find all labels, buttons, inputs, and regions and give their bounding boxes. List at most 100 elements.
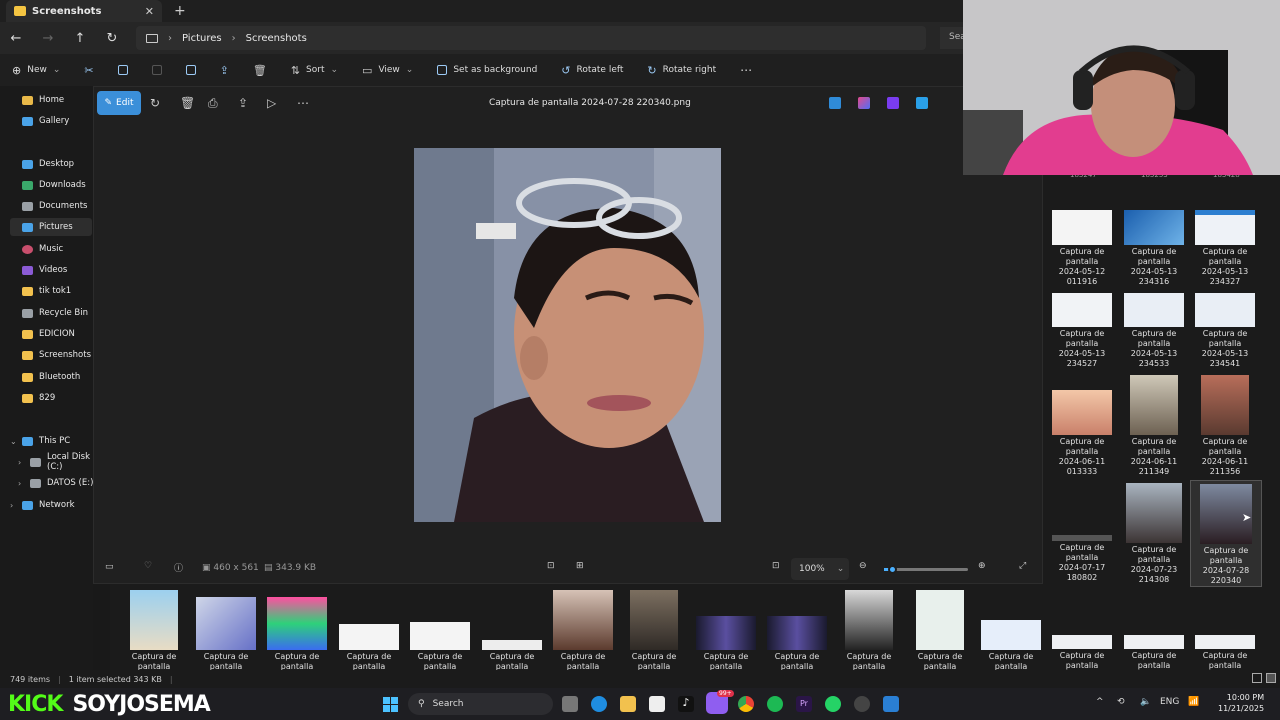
file-item[interactable]: Captura de pantalla 2024-05-13 234316 xyxy=(1118,210,1190,287)
print-icon[interactable]: ⎙ xyxy=(208,96,218,111)
tiles-view-icon[interactable] xyxy=(1266,673,1276,683)
breadcrumb-screenshots[interactable]: Screenshots xyxy=(246,33,307,44)
file-item[interactable]: Captura de pantalla xyxy=(834,590,904,672)
info-icon[interactable]: ⓘ xyxy=(174,561,183,574)
file-item[interactable]: Captura de pantalla 2024-07-23 214308 xyxy=(1118,483,1190,585)
rotate-left-button[interactable]: ↺ Rotate left xyxy=(549,54,635,86)
sidebar-item-screenshots[interactable]: Screenshots xyxy=(10,346,92,364)
taskbar-search[interactable]: ⚲ Search xyxy=(408,693,553,715)
premiere-icon[interactable]: Pr xyxy=(796,696,812,712)
sidebar-item-pictures[interactable]: Pictures xyxy=(10,218,92,236)
more-icon[interactable]: ⋯ xyxy=(297,96,309,110)
tray-app-icon[interactable]: ⟲ xyxy=(1117,697,1125,707)
file-item[interactable]: Captura de pantalla 2024-05-13 234541 xyxy=(1189,293,1261,369)
file-item[interactable]: Captura de pantalla 2024-06-11 211349 xyxy=(1118,375,1190,477)
delete-button[interactable]: 🗑 xyxy=(241,54,279,86)
file-item[interactable]: Captura de pantalla xyxy=(976,620,1046,672)
file-item[interactable]: Captura de pantalla xyxy=(548,590,618,672)
more-options-button[interactable]: ⋯ xyxy=(728,54,764,86)
tab-screenshots[interactable]: Screenshots ✕ xyxy=(6,0,162,22)
file-item[interactable]: Captura de pantalla 2024-05-13 234527 xyxy=(1046,293,1118,369)
rotate-icon[interactable]: ↻ xyxy=(150,96,160,110)
file-item[interactable]: Captura de pantalla xyxy=(262,597,332,672)
share-button[interactable]: ⇪ xyxy=(208,54,241,86)
zoom-out-icon[interactable]: ⊖ xyxy=(859,561,867,571)
file-item-selected[interactable]: Captura de pantalla 2024-07-28 220340 xyxy=(1190,480,1262,587)
file-item[interactable]: Captura de pantalla xyxy=(1118,635,1190,671)
file-item[interactable]: Captura de pantalla xyxy=(1046,635,1118,671)
file-item[interactable]: Captura de pantalla xyxy=(191,597,261,672)
heart-icon[interactable]: ♡ xyxy=(144,561,152,571)
view-button[interactable]: ▭ View ⌄ xyxy=(350,54,425,86)
copy-button[interactable] xyxy=(106,54,140,86)
rotate-right-button[interactable]: ↻ Rotate right xyxy=(635,54,728,86)
sidebar-item-home[interactable]: Home xyxy=(10,91,92,109)
speaker-icon[interactable]: 🔈 xyxy=(1140,697,1151,707)
back-arrow-icon[interactable]: ← xyxy=(0,31,32,46)
windows-start-icon[interactable] xyxy=(383,697,398,712)
sidebar-item-bluetooth[interactable]: Bluetooth xyxy=(10,368,92,386)
zoom-slider-knob[interactable] xyxy=(888,565,898,574)
store-icon[interactable] xyxy=(649,696,665,712)
file-item[interactable]: Captura de pantalla xyxy=(905,590,975,672)
file-explorer-icon[interactable] xyxy=(620,696,636,712)
file-item[interactable]: Captura de pantalla 2024-05-12 011916 xyxy=(1046,210,1118,287)
tiktok-icon[interactable]: ♪ xyxy=(678,696,694,712)
fit-icon[interactable]: ⊡ xyxy=(772,561,780,571)
sort-button[interactable]: ⇅ Sort ⌄ xyxy=(279,54,350,86)
sidebar-item-829[interactable]: 829 xyxy=(10,389,92,407)
sidebar-item-documents[interactable]: Documents xyxy=(10,197,92,215)
sidebar-item-recycle-bin[interactable]: Recycle Bin xyxy=(10,304,92,322)
sidebar-item-local-disk[interactable]: › Local Disk (C:) xyxy=(18,452,100,472)
photos-app-icon[interactable] xyxy=(829,97,841,109)
sidebar-item-tiktok[interactable]: tik tok1 xyxy=(10,282,92,300)
edit-button[interactable]: ✎ Edit xyxy=(97,91,141,115)
forward-arrow-icon[interactable]: → xyxy=(32,31,64,46)
file-item[interactable]: Captura de pantalla 2024-06-11 013333 xyxy=(1046,390,1118,477)
share-icon[interactable]: ⇪ xyxy=(238,96,248,110)
sidebar-item-music[interactable]: Music xyxy=(10,240,92,258)
sidebar-item-desktop[interactable]: Desktop xyxy=(10,155,92,173)
filmstrip-icon[interactable]: ▭ xyxy=(105,562,114,572)
settings-icon[interactable] xyxy=(854,696,870,712)
photos-icon[interactable] xyxy=(883,696,899,712)
set-background-button[interactable]: Set as background xyxy=(425,54,549,86)
zoom-select[interactable]: 100% ⌄ xyxy=(791,558,849,580)
sidebar-item-network[interactable]: › Network xyxy=(10,496,92,514)
ocr-icon[interactable]: ⊞ xyxy=(576,561,584,571)
up-arrow-icon[interactable]: ↑ xyxy=(64,31,96,46)
sidebar-item-downloads[interactable]: Downloads xyxy=(10,176,92,194)
file-item[interactable]: Captura de pantalla xyxy=(119,590,189,672)
sidebar-item-gallery[interactable]: Gallery xyxy=(10,112,92,130)
file-item[interactable]: Captura de pantalla 2024-07-17 180802 xyxy=(1046,535,1118,583)
whatsapp-icon[interactable] xyxy=(825,696,841,712)
close-tab-icon[interactable]: ✕ xyxy=(145,5,154,18)
chevron-up-icon[interactable]: ^ xyxy=(1096,697,1104,707)
wifi-icon[interactable]: 📶 xyxy=(1188,697,1199,707)
sidebar-item-datos[interactable]: › DATOS (E:) xyxy=(18,474,100,492)
file-item[interactable]: Captura de pantalla 2024-05-13 234327 xyxy=(1189,210,1261,287)
details-view-icon[interactable] xyxy=(1252,673,1262,683)
rename-button[interactable] xyxy=(174,54,208,86)
file-item[interactable]: Captura de pantalla xyxy=(1189,635,1261,671)
file-item[interactable]: Captura de pantalla xyxy=(405,622,475,672)
spotify-icon[interactable] xyxy=(767,696,783,712)
language-indicator[interactable]: ENG xyxy=(1160,697,1179,707)
file-item[interactable]: Captura de pantalla xyxy=(762,616,832,672)
fullscreen-icon[interactable]: ⤢ xyxy=(1019,561,1026,571)
file-item[interactable]: Captura de pantalla xyxy=(477,640,547,672)
file-item[interactable]: Captura de pantalla xyxy=(619,590,689,672)
sidebar-item-videos[interactable]: Videos xyxy=(10,261,92,279)
zoom-in-icon[interactable]: ⊕ xyxy=(978,561,986,571)
task-view-icon[interactable] xyxy=(562,696,578,712)
file-item[interactable]: Captura de pantalla xyxy=(334,624,404,672)
designer-icon[interactable] xyxy=(858,97,870,109)
chrome-icon[interactable] xyxy=(738,696,754,712)
new-tab-icon[interactable]: + xyxy=(174,3,186,19)
visual-search-icon[interactable]: ⊡ xyxy=(547,561,555,571)
file-item[interactable]: Captura de pantalla 2024-05-13 234533 xyxy=(1118,293,1190,369)
edge-icon[interactable] xyxy=(591,696,607,712)
trash-icon[interactable]: 🗑 xyxy=(180,96,195,110)
slideshow-icon[interactable]: ▷ xyxy=(267,96,276,110)
sidebar-item-edicion[interactable]: EDICION xyxy=(10,325,92,343)
